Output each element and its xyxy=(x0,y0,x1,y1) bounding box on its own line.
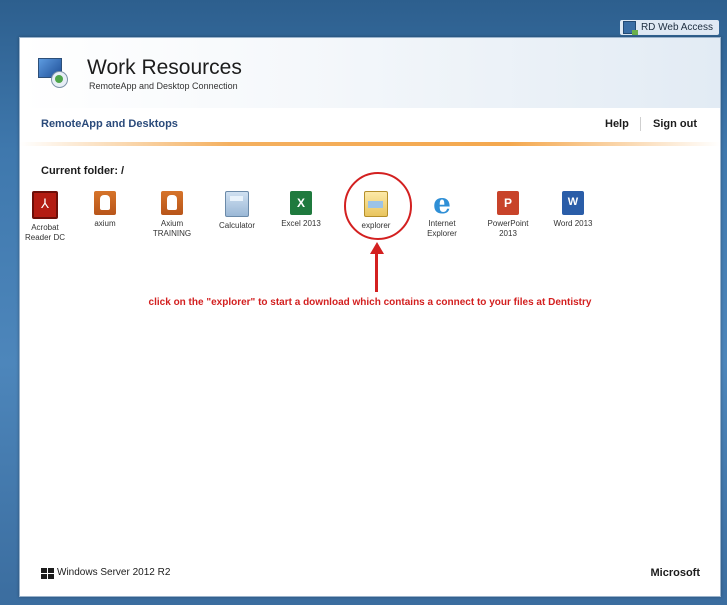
sign-out-link[interactable]: Sign out xyxy=(653,118,697,130)
axium-icon xyxy=(94,191,116,215)
nav-bar: RemoteApp and Desktops Help Sign out xyxy=(20,108,720,143)
app-label: Calculator xyxy=(218,221,255,230)
top-strip: RD Web Access xyxy=(0,0,727,38)
main-panel: Work Resources RemoteApp and Desktop Con… xyxy=(19,37,721,597)
tab-remoteapp-and-desktops[interactable]: RemoteApp and Desktops xyxy=(41,118,178,130)
app-excel[interactable]: Excel 2013 xyxy=(270,191,332,229)
app-label: Acrobat Reader DC xyxy=(24,223,65,242)
app-label: Excel 2013 xyxy=(281,219,321,228)
help-link[interactable]: Help xyxy=(605,118,629,130)
app-internet-explorer[interactable]: Internet Explorer xyxy=(411,187,473,239)
os-label: Windows Server 2012 R2 xyxy=(57,567,171,578)
page-title: Work Resources xyxy=(87,56,242,79)
word-icon xyxy=(562,191,584,215)
accent-divider xyxy=(20,142,720,146)
excel-icon xyxy=(290,191,312,215)
app-label: Word 2013 xyxy=(553,219,593,228)
calculator-icon xyxy=(225,191,249,217)
internet-explorer-icon xyxy=(431,187,453,220)
rd-web-access-label: RD Web Access xyxy=(640,22,713,33)
windows-logo-icon xyxy=(41,568,54,580)
app-powerpoint[interactable]: PowerPoint 2013 xyxy=(477,191,539,239)
powerpoint-icon xyxy=(497,191,519,215)
app-axium[interactable]: axium xyxy=(74,191,136,229)
app-acrobat-reader[interactable]: Acrobat Reader DC xyxy=(14,191,76,243)
highlight-circle xyxy=(344,172,412,240)
header: Work Resources RemoteApp and Desktop Con… xyxy=(20,38,720,108)
app-word[interactable]: Word 2013 xyxy=(542,191,604,229)
current-folder-label: Current folder: / xyxy=(41,165,125,177)
arrow-shaft xyxy=(375,252,378,292)
app-label: PowerPoint 2013 xyxy=(487,219,529,238)
page-subtitle: RemoteApp and Desktop Connection xyxy=(89,81,238,91)
app-calculator[interactable]: Calculator xyxy=(206,191,268,231)
rd-web-access-link[interactable]: RD Web Access xyxy=(619,20,719,35)
microsoft-label: Microsoft xyxy=(650,567,701,579)
app-label: axium xyxy=(94,219,116,228)
remoteapp-logo-icon xyxy=(38,54,68,88)
axium-training-icon xyxy=(161,191,183,215)
rd-web-access-icon xyxy=(622,21,638,35)
instruction-annotation: click on the "explorer" to start a downl… xyxy=(148,297,592,308)
nav-divider xyxy=(640,117,641,131)
app-label: Axium TRAINING xyxy=(152,219,192,238)
app-axium-training[interactable]: Axium TRAINING xyxy=(141,191,203,239)
app-label: Internet Explorer xyxy=(427,219,457,238)
acrobat-icon xyxy=(32,191,58,219)
